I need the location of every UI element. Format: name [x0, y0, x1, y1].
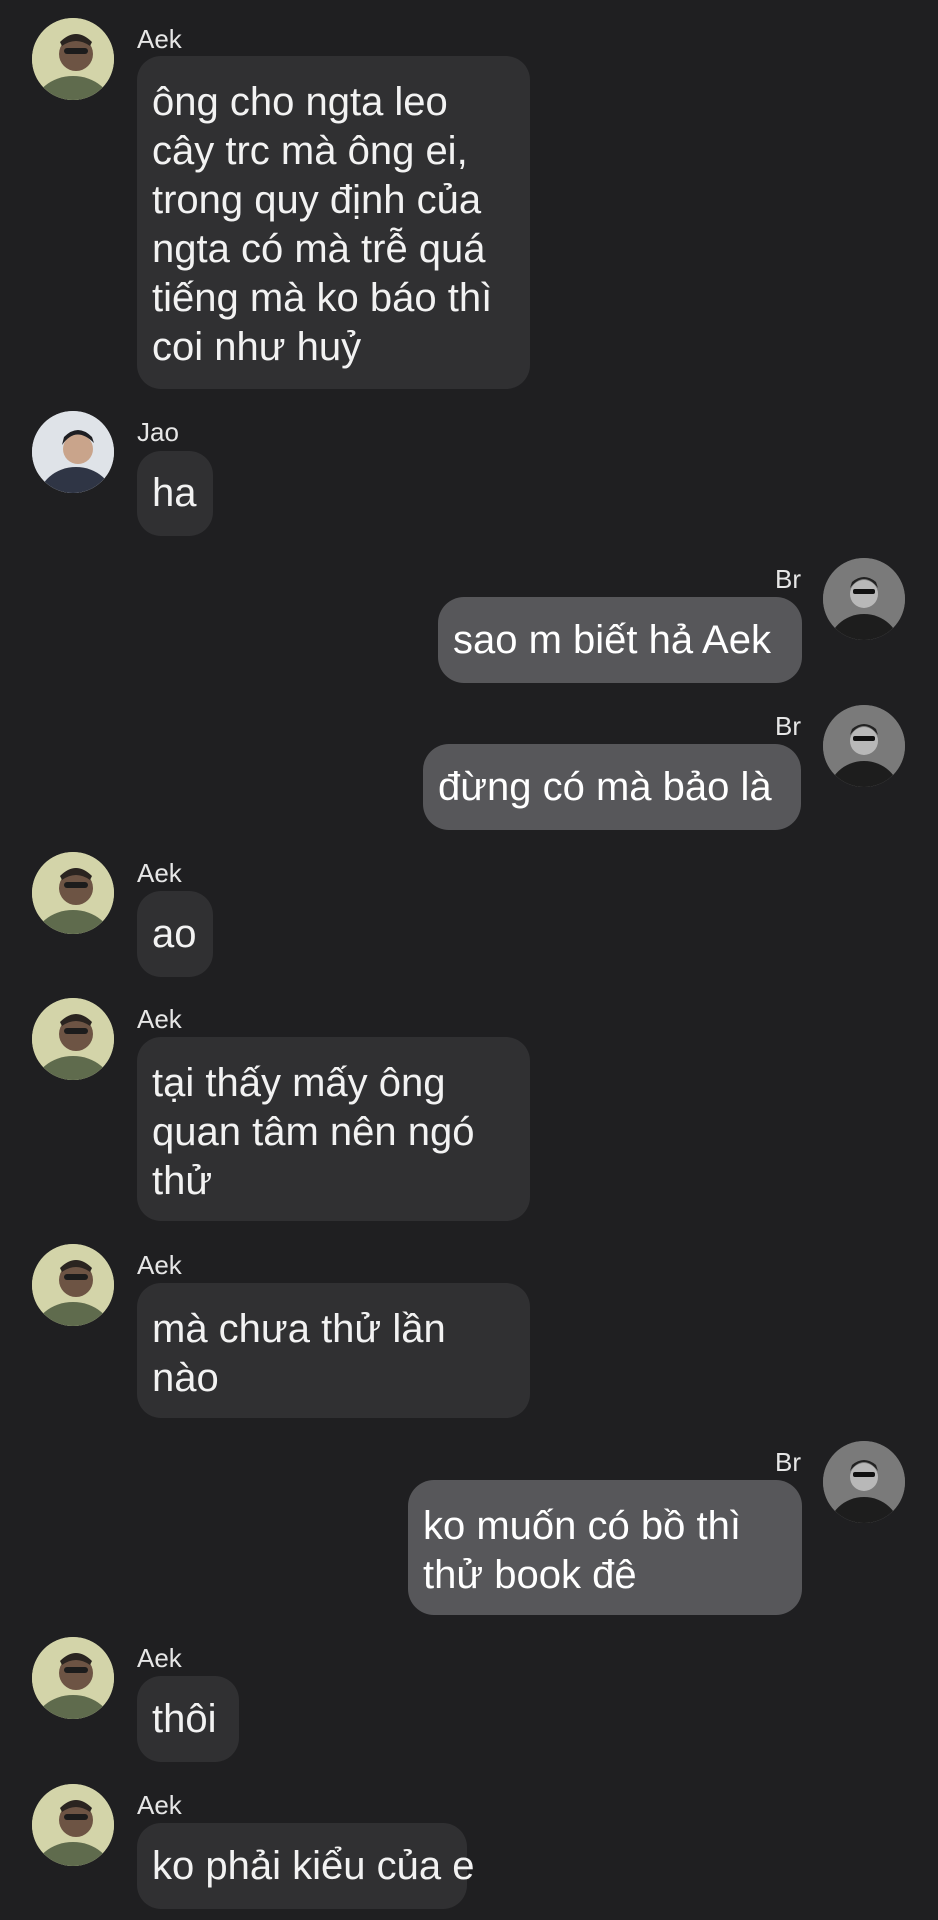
- sender-name: Br: [775, 711, 801, 741]
- aek-avatar-icon[interactable]: [32, 1244, 114, 1326]
- message-bubble[interactable]: thôi: [137, 1676, 239, 1762]
- sender-name: Aek: [137, 1643, 182, 1673]
- message-bubble[interactable]: sao m biết hả Aek: [438, 597, 802, 683]
- message-bubble[interactable]: ko phải kiểu của e: [137, 1823, 474, 1909]
- aek-avatar-icon[interactable]: [32, 18, 114, 100]
- aek-avatar-icon[interactable]: [32, 1637, 114, 1719]
- aek-avatar-icon[interactable]: [32, 998, 114, 1080]
- message-bubble[interactable]: ao: [137, 891, 213, 977]
- sender-name: Br: [775, 1447, 801, 1477]
- message-bubble[interactable]: ko muốn có bồ thì thử book đê: [408, 1480, 802, 1615]
- aek-avatar-icon[interactable]: [32, 852, 114, 934]
- sender-name: Aek: [137, 858, 182, 888]
- message-bubble[interactable]: ha: [137, 451, 213, 536]
- message-bubble[interactable]: tại thấy mấy ông quan tâm nên ngó thử: [137, 1037, 530, 1221]
- sender-name: Aek: [137, 24, 182, 54]
- jao-avatar-icon[interactable]: [32, 411, 114, 493]
- br-avatar-icon[interactable]: [823, 558, 905, 640]
- message-bubble[interactable]: mà chưa thử lần nào: [137, 1283, 530, 1418]
- message-bubble[interactable]: đừng có mà bảo là: [423, 744, 801, 830]
- br-avatar-icon[interactable]: [823, 705, 905, 787]
- sender-name: Jao: [137, 417, 179, 447]
- sender-name: Aek: [137, 1250, 182, 1280]
- aek-avatar-icon[interactable]: [32, 1784, 114, 1866]
- sender-name: Aek: [137, 1004, 182, 1034]
- message-bubble[interactable]: ông cho ngta leo cây trc mà ông ei, tron…: [137, 56, 530, 389]
- sender-name: Aek: [137, 1790, 182, 1820]
- br-avatar-icon[interactable]: [823, 1441, 905, 1523]
- sender-name: Br: [775, 564, 801, 594]
